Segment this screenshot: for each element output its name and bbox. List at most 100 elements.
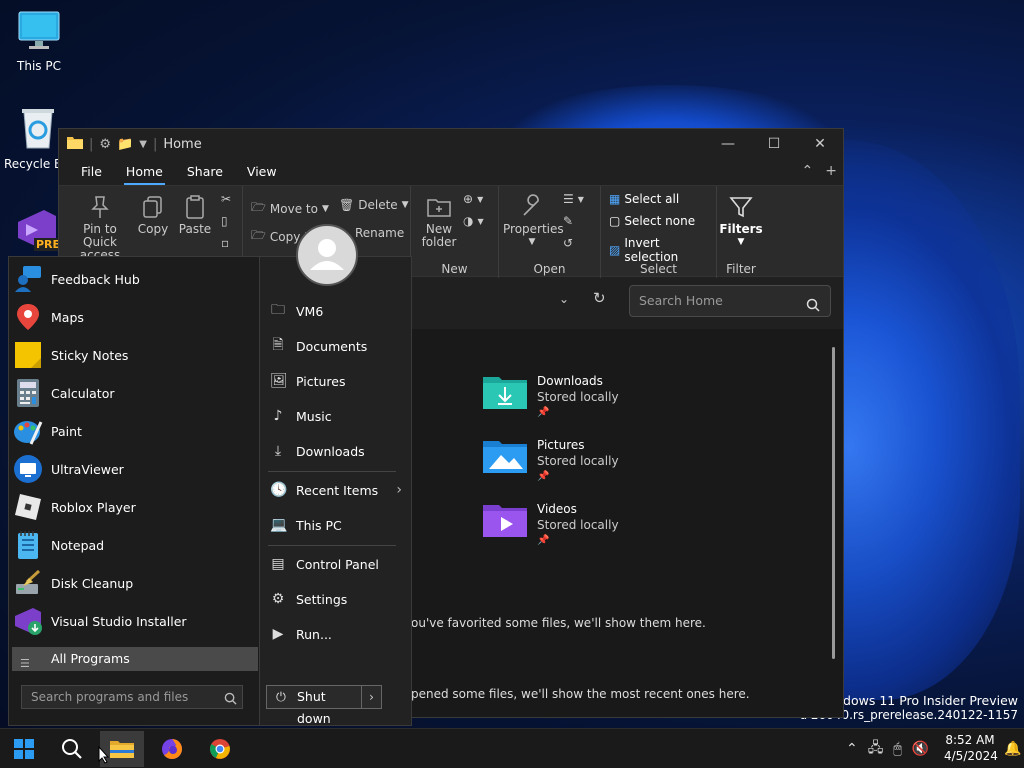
search-icon [224,690,237,712]
wrench-icon [519,194,545,220]
minimize-button[interactable]: — [705,129,751,159]
select-all-button[interactable]: ▦ Select all [609,192,679,206]
copy-button[interactable]: Copy [137,194,169,236]
network-icon[interactable]: 🖧 [868,737,884,761]
place-recent-items[interactable]: 🕓 Recent Items › [270,475,402,505]
add-tab-icon[interactable]: + [825,163,837,179]
easy-access-icon[interactable]: ◑ ▼ [463,214,484,228]
new-item-icon[interactable]: ⊕ ▼ [463,192,483,206]
refresh-icon[interactable]: ↻ [593,289,606,307]
favorite-videos[interactable]: Videos Stored locally 📌 [483,501,619,549]
chevron-down-icon: ▼ [321,203,329,214]
paste-shortcut-icon[interactable]: ▫ [221,236,229,250]
properties-button[interactable]: Properties ▼ [503,194,564,249]
favorite-pictures[interactable]: Pictures Stored locally 📌 [483,437,619,485]
notification-bell-icon[interactable]: 🔔 [1004,729,1021,768]
program-label: Maps [51,309,84,325]
move-to-button[interactable]: 🗁 Move to ▼ [251,198,329,219]
user-avatar[interactable] [296,224,358,286]
title-bar[interactable]: | ⚙ 📁 ▼ | Home — ☐ ✕ [59,129,843,159]
quick-access-toolbar: | ⚙ 📁 ▼ | [67,135,157,153]
search-placeholder: Search Home [639,293,723,308]
taskbar-firefox[interactable] [150,731,194,767]
program-maps[interactable]: Maps [13,299,257,335]
shut-down-button[interactable]: ⏻ Shut down [266,685,362,726]
program-paint[interactable]: Paint [13,413,257,449]
chevron-down-icon[interactable]: ▼ [139,139,147,150]
history-icon[interactable]: ↺ [563,236,573,250]
new-folder-qa-icon[interactable]: 📁 [117,137,133,152]
scrollbar[interactable] [832,347,835,659]
folder-icon[interactable] [67,135,83,153]
properties-qa-icon[interactable]: ⚙ [99,137,111,152]
all-programs-button[interactable]: ☰ All Programs [12,647,258,671]
delete-label: Delete [358,198,398,212]
maximize-button[interactable]: ☐ [751,129,797,159]
taskbar-search-button[interactable] [50,731,94,767]
place-label: Control Panel [296,556,379,572]
taskbar-chrome[interactable] [198,731,242,767]
place-downloads[interactable]: ⤓ Downloads [270,436,400,466]
rename-button[interactable]: Rename [355,226,404,240]
new-folder-button[interactable]: New folder [417,194,461,249]
program-visual-studio-installer[interactable]: Visual Studio Installer [13,603,257,639]
desktop-icon-visual-studio-preview[interactable]: PRE [14,208,63,252]
desktop-icon-this-pc[interactable]: This PC [8,10,70,73]
place-control-panel[interactable]: ▤ Control Panel [270,549,400,579]
tab-file[interactable]: File [69,159,114,185]
open-dropdown-icon[interactable]: ☰ ▼ [563,192,584,206]
place-documents[interactable]: 🗎 Documents [270,331,400,361]
collapse-ribbon-icon[interactable]: ⌃ [802,163,814,179]
place-run[interactable]: ▶ Run... [270,619,400,649]
edit-icon[interactable]: ✎ [563,214,573,228]
place-pictures[interactable]: 🖼 Pictures [270,366,400,396]
place-user-folder[interactable]: 🗀 VM6 [270,296,400,326]
paint-icon [13,416,43,446]
delete-button[interactable]: 🗑 Delete ▼ [339,198,409,212]
copy-path-icon[interactable]: ▯ [221,214,228,228]
music-icon: ♪ [273,408,283,424]
mouse-cursor [96,743,112,767]
program-sticky-notes[interactable]: Sticky Notes [13,337,257,373]
sticky-notes-icon [13,340,43,370]
folder-icon [110,741,134,758]
trash-icon: 🗑 [339,198,355,212]
tab-home[interactable]: Home [114,159,175,185]
address-dropdown-icon[interactable]: ⌄ [559,292,569,306]
program-calculator[interactable]: Calculator [13,375,257,411]
program-notepad[interactable]: Notepad [13,527,257,563]
document-icon: 🗎 [272,337,284,353]
separator: | [89,136,94,152]
place-this-pc[interactable]: 💻 This PC [270,510,400,540]
new-group-label: New [441,262,468,276]
start-search-input[interactable]: Search programs and files [21,685,243,709]
tab-share[interactable]: Share [175,159,235,185]
paste-button[interactable]: Paste [177,194,213,236]
chrome-icon [210,739,230,759]
copy-icon [140,194,166,220]
shut-down-options-button[interactable]: › [362,685,382,709]
program-label: Calculator [51,385,115,401]
program-roblox-player[interactable]: Roblox Player [13,489,257,525]
place-settings[interactable]: ⚙ Settings [270,584,400,614]
program-feedback-hub[interactable]: Feedback Hub [13,261,257,297]
pin-to-quick-access-button[interactable]: Pin to Quick access [65,194,135,262]
firefox-icon [162,739,182,759]
favorite-downloads[interactable]: Downloads Stored locally 📌 [483,373,619,421]
invert-selection-button[interactable]: ▨ Invert selection [609,236,716,264]
clock[interactable]: 8:52 AM 4/5/2024 [944,732,998,764]
close-button[interactable]: ✕ [797,129,843,159]
volume-muted-icon[interactable]: 🔇 [912,741,929,757]
tab-view[interactable]: View [235,159,289,185]
display-icon[interactable]: 🖱 [893,741,901,757]
program-ultraviewer[interactable]: UltraViewer [13,451,257,487]
cut-icon[interactable]: ✂ [221,192,231,206]
select-none-button[interactable]: ▢ Select none [609,214,695,228]
program-disk-cleanup[interactable]: Disk Cleanup [13,565,257,601]
place-music[interactable]: ♪ Music [270,401,400,431]
chevron-up-icon[interactable]: ⌃ [846,741,858,757]
separator: | [152,136,158,152]
search-box[interactable]: Search Home [629,285,831,317]
filters-button[interactable]: Filters ▼ [719,194,763,249]
start-button[interactable] [2,731,46,767]
